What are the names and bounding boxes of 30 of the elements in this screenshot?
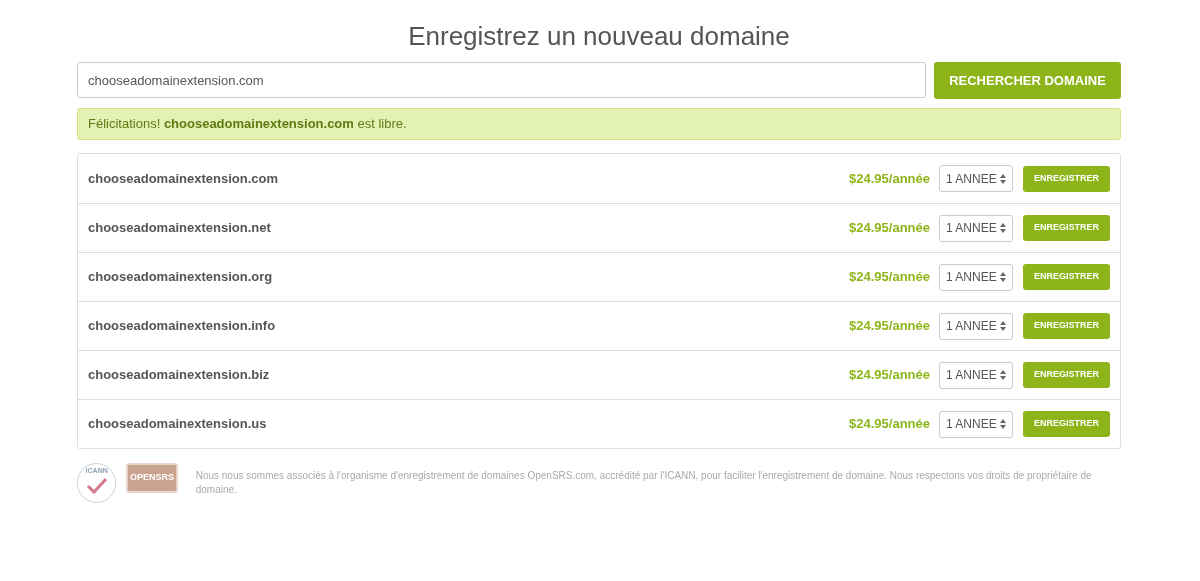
updown-icon bbox=[1000, 173, 1006, 184]
page-title: Enregistrez un nouveau domaine bbox=[407, 20, 791, 52]
updown-icon bbox=[1000, 321, 1006, 331]
domain-name: chooseadomainextension.org bbox=[88, 268, 274, 287]
period-select[interactable]: 1 ANNEE bbox=[939, 214, 1013, 242]
domain-search-field[interactable]: chooseadomainextension.com bbox=[77, 62, 926, 98]
domain-name: chooseadomainextension.biz bbox=[88, 366, 271, 385]
period-select[interactable]: 1 ANNEE bbox=[939, 410, 1013, 438]
period-select[interactable]: 1 ANNEE bbox=[939, 165, 1013, 192]
domain-name: chooseadomainextension.us bbox=[88, 415, 268, 434]
updown-icon bbox=[1000, 272, 1006, 282]
domain-name: chooseadomainextension.info bbox=[88, 317, 277, 336]
price: $24.95/année bbox=[849, 317, 930, 336]
opensrs-logo: OPENSRS bbox=[126, 463, 178, 493]
success-alert: Félicitations! chooseadomainextension.com est libre. bbox=[77, 108, 1121, 140]
period-select[interactable]: 1 ANNEE bbox=[939, 361, 1013, 389]
domain-name: chooseadomainextension.net bbox=[88, 219, 272, 238]
updown-icon bbox=[1000, 223, 1006, 233]
price: $24.95/année bbox=[849, 415, 930, 434]
price: $24.95/année bbox=[849, 366, 930, 385]
price: $24.95/année bbox=[849, 219, 930, 238]
checkmark-icon bbox=[85, 477, 108, 495]
period-select[interactable]: 1 ANNEE bbox=[939, 312, 1013, 340]
price: $24.95/année bbox=[849, 268, 930, 287]
updown-icon bbox=[1000, 419, 1006, 429]
domain-name: chooseadomainextension.com bbox=[88, 169, 279, 188]
period-select[interactable]: 1 ANNEE bbox=[939, 263, 1013, 291]
updown-icon bbox=[1000, 370, 1006, 380]
footer-text: Nous nous sommes associés à l'organisme d'enregistrement de domaines OpenSRS.com, accrédité par l'ICANN, pour faciliter l'enregistrement de domaine. Nous respectons vos droits de propriétaire de domaine. bbox=[195, 469, 1093, 497]
price: $24.95/année bbox=[849, 169, 930, 188]
